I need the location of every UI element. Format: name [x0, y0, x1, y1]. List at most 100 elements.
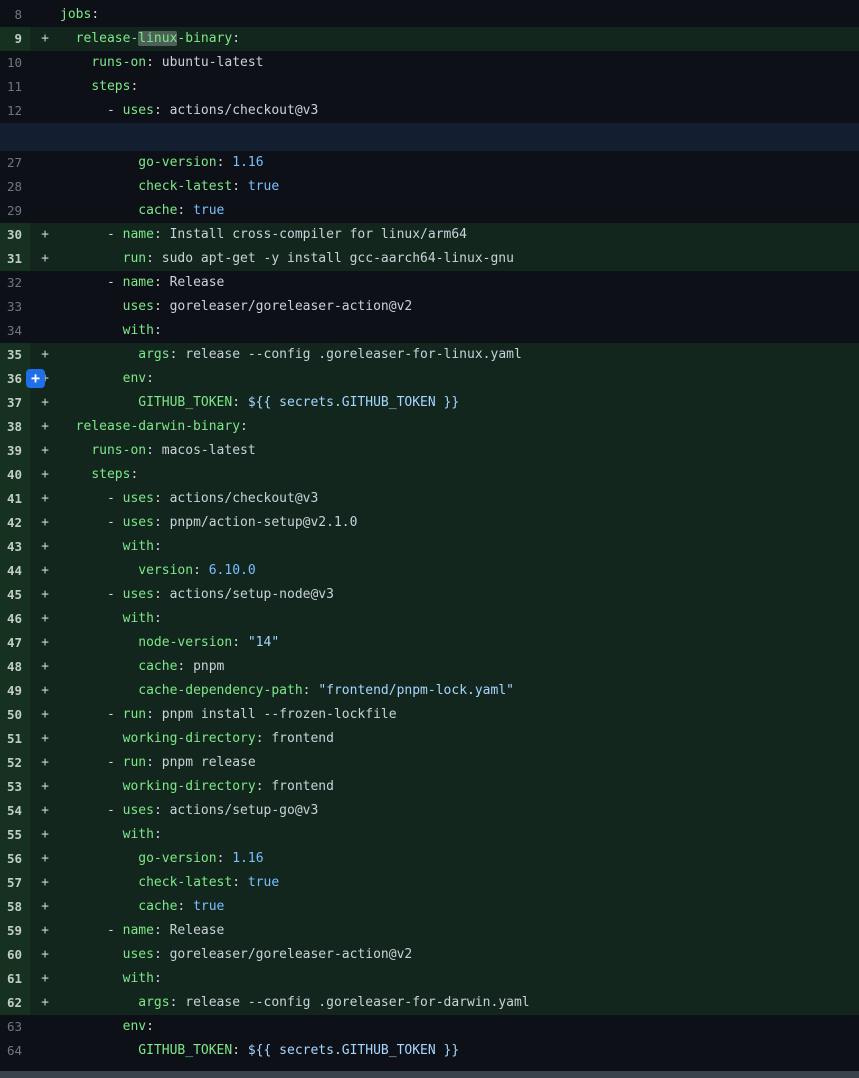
diff-marker: + — [30, 391, 60, 415]
code-segment: ubuntu-latest — [162, 55, 264, 70]
diff-marker: + — [30, 799, 60, 823]
code-segment: ${{ secrets.GITHUB_TOKEN }} — [248, 1043, 459, 1058]
line-number[interactable]: 31 — [0, 247, 30, 271]
code-segment: uses — [123, 515, 154, 530]
code-segment: : — [146, 371, 154, 386]
diff-marker — [30, 3, 60, 27]
diff-marker: + — [30, 991, 60, 1015]
line-number[interactable]: 10 — [0, 51, 30, 75]
code-line: - name: Install cross-compiler for linux… — [60, 223, 859, 247]
line-number[interactable]: 30 — [0, 223, 30, 247]
line-number[interactable]: 33 — [0, 295, 30, 319]
add-comment-button[interactable]: + — [26, 369, 45, 388]
diff-marker — [30, 1039, 60, 1063]
line-number[interactable]: 63 — [0, 1015, 30, 1039]
diff-marker: + — [30, 223, 60, 247]
line-number[interactable]: 49 — [0, 679, 30, 703]
code-segment — [60, 155, 138, 170]
line-number[interactable]: 57 — [0, 871, 30, 895]
line-number[interactable]: 46 — [0, 607, 30, 631]
code-segment — [60, 947, 123, 962]
line-number[interactable]: 38 — [0, 415, 30, 439]
code-segment: runs-on — [91, 55, 146, 70]
line-number[interactable]: 8 — [0, 3, 30, 27]
line-number[interactable]: 53 — [0, 775, 30, 799]
line-number[interactable]: 52 — [0, 751, 30, 775]
code-line: check-latest: true — [60, 871, 859, 895]
line-number[interactable]: 55 — [0, 823, 30, 847]
code-segment: - — [60, 803, 123, 818]
code-segment: : — [154, 299, 170, 314]
line-number[interactable]: 58 — [0, 895, 30, 919]
diff-row: 40+ steps: — [0, 463, 859, 487]
code-segment: : — [154, 515, 170, 530]
line-number[interactable]: 48 — [0, 655, 30, 679]
code-segment: run — [123, 707, 146, 722]
line-number[interactable]: 51 — [0, 727, 30, 751]
line-number[interactable]: 39 — [0, 439, 30, 463]
diff-marker: + — [30, 511, 60, 535]
code-line: GITHUB_TOKEN: ${{ secrets.GITHUB_TOKEN }… — [60, 391, 859, 415]
code-line: cache: true — [60, 895, 859, 919]
code-segment — [60, 467, 91, 482]
line-number[interactable]: 47 — [0, 631, 30, 655]
diff-marker: + — [30, 439, 60, 463]
diff-row: 55+ with: — [0, 823, 859, 847]
line-number[interactable]: 29 — [0, 199, 30, 223]
line-number[interactable]: 59 — [0, 919, 30, 943]
line-number[interactable]: 9 — [0, 27, 30, 51]
line-number[interactable]: 42 — [0, 511, 30, 535]
code-segment — [60, 371, 123, 386]
diff-marker — [30, 295, 60, 319]
line-number[interactable]: 62 — [0, 991, 30, 1015]
line-number[interactable]: 50 — [0, 703, 30, 727]
code-line: GITHUB_TOKEN: ${{ secrets.GITHUB_TOKEN }… — [60, 1039, 859, 1063]
line-number[interactable]: 40 — [0, 463, 30, 487]
diff-marker: + — [30, 847, 60, 871]
code-segment — [60, 539, 123, 554]
line-number[interactable]: 35 — [0, 343, 30, 367]
line-number[interactable]: 27 — [0, 151, 30, 175]
diff-row: 57+ check-latest: true — [0, 871, 859, 895]
line-number[interactable]: 56 — [0, 847, 30, 871]
line-number[interactable]: 32 — [0, 271, 30, 295]
diff-row: 8 jobs: — [0, 3, 859, 27]
code-line: - uses: actions/setup-go@v3 — [60, 799, 859, 823]
line-number[interactable]: 34 — [0, 319, 30, 343]
code-segment: release-darwin-binary — [76, 419, 240, 434]
code-segment: node-version — [138, 635, 232, 650]
line-number[interactable]: 60 — [0, 943, 30, 967]
code-segment — [60, 31, 76, 46]
code-line: uses: goreleaser/goreleaser-action@v2 — [60, 295, 859, 319]
line-number[interactable]: 54 — [0, 799, 30, 823]
diff-row: 42+ - uses: pnpm/action-setup@v2.1.0 — [0, 511, 859, 535]
code-segment: : — [146, 443, 162, 458]
code-segment: : — [154, 103, 170, 118]
line-number[interactable]: 41 — [0, 487, 30, 511]
code-segment: release- — [76, 31, 139, 46]
line-number[interactable]: 44 — [0, 559, 30, 583]
code-segment: steps — [91, 467, 130, 482]
code-segment: pnpm/action-setup@v2.1.0 — [170, 515, 358, 530]
line-number[interactable]: 11 — [0, 75, 30, 99]
code-line: cache-dependency-path: "frontend/pnpm-lo… — [60, 679, 859, 703]
diff-row: 44+ version: 6.10.0 — [0, 559, 859, 583]
line-number[interactable]: 37 — [0, 391, 30, 415]
line-number[interactable]: 61 — [0, 967, 30, 991]
expand-lines-row[interactable] — [0, 123, 859, 151]
code-line: runs-on: ubuntu-latest — [60, 51, 859, 75]
code-segment: : — [146, 251, 162, 266]
line-number[interactable]: 64 — [0, 1039, 30, 1063]
line-number[interactable]: 28 — [0, 175, 30, 199]
code-segment: macos-latest — [162, 443, 256, 458]
code-line: jobs: — [60, 3, 859, 27]
line-number[interactable]: 45 — [0, 583, 30, 607]
line-number[interactable]: 12 — [0, 99, 30, 123]
line-number[interactable]: 43 — [0, 535, 30, 559]
code-segment: -binary — [177, 31, 232, 46]
diff-row: 38+ release-darwin-binary: — [0, 415, 859, 439]
diff-row: 30+ - name: Install cross-compiler for l… — [0, 223, 859, 247]
code-segment — [60, 731, 123, 746]
code-segment: : — [154, 587, 170, 602]
code-segment: : — [232, 875, 248, 890]
